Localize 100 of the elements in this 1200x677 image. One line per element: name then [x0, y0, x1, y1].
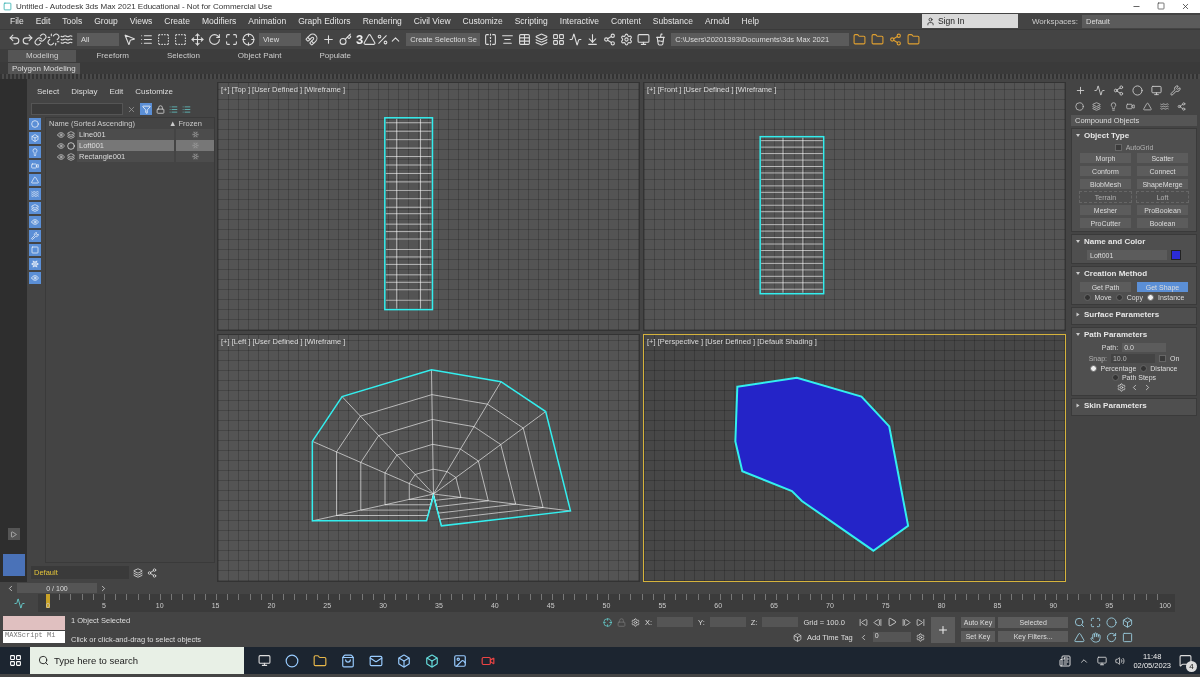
- rollout-caret[interactable]: [1076, 240, 1080, 243]
- menu-item[interactable]: Customize: [456, 16, 509, 26]
- color-swatch[interactable]: [1171, 250, 1181, 260]
- target-icon[interactable]: [242, 33, 255, 46]
- waves-icon[interactable]: [60, 33, 73, 46]
- percent-snap-icon[interactable]: [376, 33, 390, 46]
- folder-icon[interactable]: [313, 653, 327, 668]
- rotate-view-icon[interactable]: [1106, 631, 1118, 643]
- photos-icon[interactable]: [453, 653, 467, 668]
- snap-checkbox[interactable]: [1158, 355, 1166, 362]
- menu-item[interactable]: Interactive: [553, 16, 605, 26]
- helper-icon[interactable]: [1143, 102, 1152, 111]
- move-icon[interactable]: [191, 33, 204, 46]
- ribbon-tab[interactable]: Populate: [301, 49, 369, 62]
- pan-icon[interactable]: [1090, 631, 1102, 643]
- select-icon[interactable]: [123, 33, 136, 46]
- project-nodes-icon[interactable]: [889, 33, 903, 46]
- search-field[interactable]: [31, 103, 123, 115]
- mail-icon[interactable]: [369, 653, 383, 668]
- autogrid-checkbox[interactable]: [1114, 144, 1122, 151]
- maximize-icon[interactable]: [1157, 2, 1165, 10]
- list-icon[interactable]: [140, 33, 153, 46]
- waves-icon[interactable]: [1160, 102, 1169, 111]
- rollout-caret[interactable]: [1076, 312, 1080, 317]
- play-icon[interactable]: [886, 617, 897, 627]
- task-view-icon[interactable]: [258, 653, 271, 667]
- windows-start-icon[interactable]: [8, 654, 22, 667]
- curve-icon[interactable]: [569, 33, 583, 46]
- menu-item[interactable]: Group: [88, 16, 124, 26]
- radio-button[interactable]: [1083, 294, 1091, 301]
- frame-window-icon[interactable]: [637, 33, 651, 46]
- next-frame-icon[interactable]: [99, 583, 108, 593]
- ribbon-tab[interactable]: Selection: [148, 49, 218, 62]
- menu-item[interactable]: Arnold: [698, 16, 736, 26]
- taskbar-search-field[interactable]: Type here to search: [30, 647, 244, 674]
- menu-item[interactable]: Civil View: [407, 16, 457, 26]
- nodes-icon[interactable]: [603, 33, 617, 46]
- notifications-icon[interactable]: [1179, 654, 1192, 667]
- menu-item[interactable]: Graph Editors: [292, 16, 357, 26]
- expand-button[interactable]: [7, 528, 20, 540]
- undo-icon[interactable]: [8, 33, 21, 46]
- previous-key-icon[interactable]: [872, 617, 882, 627]
- snap-toggle[interactable]: 3: [356, 32, 364, 47]
- explorer-menu-item[interactable]: Customize: [135, 87, 174, 101]
- radio-button[interactable]: [1140, 365, 1148, 372]
- menu-item[interactable]: Scripting: [508, 16, 554, 26]
- store-icon[interactable]: [341, 653, 355, 668]
- layers-icon[interactable]: [133, 567, 143, 578]
- menu-item[interactable]: Animation: [242, 16, 293, 26]
- viewport-layout-button[interactable]: [2, 554, 25, 576]
- menu-item[interactable]: Rendering: [356, 16, 408, 26]
- menu-item[interactable]: Modifiers: [195, 16, 243, 26]
- lock-icon[interactable]: [156, 104, 165, 114]
- explorer-menu-item[interactable]: Display: [71, 87, 98, 101]
- menu-item[interactable]: Tools: [56, 16, 89, 26]
- filter-button[interactable]: [140, 103, 152, 115]
- redo-icon[interactable]: [21, 33, 34, 46]
- volume-icon[interactable]: [1115, 655, 1126, 666]
- menu-item[interactable]: Views: [123, 16, 159, 26]
- ribbon-tab[interactable]: Object Paint: [219, 49, 300, 62]
- display-icon[interactable]: [1151, 85, 1162, 96]
- menu-item[interactable]: Create: [158, 16, 196, 26]
- rollout-title[interactable]: Creation Method: [1084, 269, 1148, 278]
- align-icon[interactable]: [501, 33, 515, 46]
- rollout-caret[interactable]: [1076, 403, 1080, 408]
- explorer-menu-item[interactable]: Select: [37, 87, 60, 101]
- dashed-square-icon[interactable]: [157, 33, 170, 46]
- snowflake-filter-button[interactable]: [29, 258, 41, 270]
- explorer-menu-item[interactable]: Edit: [109, 87, 124, 101]
- close-icon[interactable]: [1181, 2, 1190, 11]
- rollout-title[interactable]: Name and Color: [1084, 237, 1146, 246]
- go-to-end-icon[interactable]: [915, 617, 925, 627]
- go-to-start-icon[interactable]: [858, 617, 868, 627]
- rollout-title[interactable]: Path Parameters: [1084, 330, 1148, 339]
- cube-icon[interactable]: [793, 633, 802, 642]
- rotate-icon[interactable]: [208, 33, 221, 46]
- light-icon[interactable]: [1109, 102, 1118, 111]
- project-file-icon[interactable]: [907, 33, 921, 46]
- link-icon[interactable]: [34, 33, 47, 46]
- utilities-icon[interactable]: [1170, 85, 1181, 96]
- rollout-caret[interactable]: [1076, 134, 1080, 137]
- radio-button[interactable]: [1090, 365, 1098, 372]
- next-key-icon[interactable]: [901, 617, 911, 627]
- ribbon-tab[interactable]: Freeform: [78, 49, 147, 62]
- ribbon-tab[interactable]: Modeling: [8, 49, 77, 62]
- menu-item[interactable]: Help: [735, 16, 765, 26]
- create-icon[interactable]: [1075, 85, 1086, 96]
- rollout-title[interactable]: Object Type: [1084, 131, 1130, 140]
- rollout-caret[interactable]: [1076, 333, 1080, 336]
- radio-button[interactable]: [1147, 294, 1154, 301]
- previous-frame-icon[interactable]: [6, 583, 15, 593]
- zoom-icon[interactable]: [1074, 616, 1086, 628]
- menu-item[interactable]: File: [4, 16, 30, 26]
- radio-button[interactable]: [1115, 294, 1123, 301]
- table-icon[interactable]: [518, 33, 532, 46]
- radio-button[interactable]: [1111, 374, 1119, 381]
- sign-in-button[interactable]: Sign In: [921, 14, 1018, 28]
- set-key-button[interactable]: [930, 616, 955, 643]
- timeline-thumb[interactable]: [46, 594, 50, 608]
- layers-icon[interactable]: [535, 33, 549, 46]
